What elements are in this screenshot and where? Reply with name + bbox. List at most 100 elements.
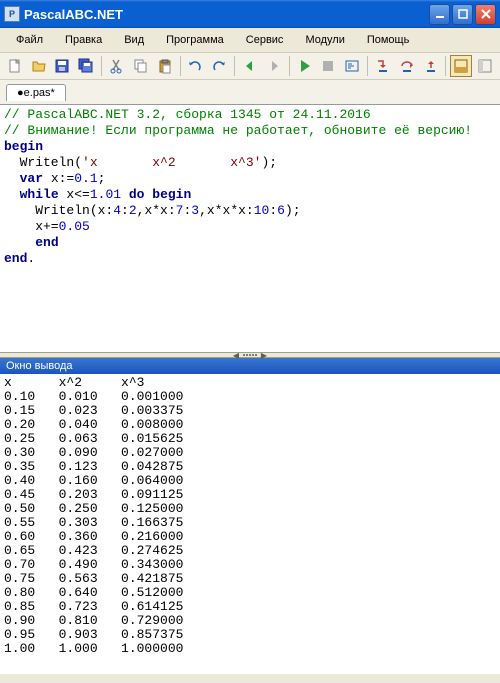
code-comment: // PascalABC.NET 3.2, сборка 1345 от 24.… <box>4 107 371 122</box>
step-over-button[interactable] <box>396 55 418 77</box>
arrow-left-icon <box>242 58 258 74</box>
menu-view[interactable]: Вид <box>114 32 154 48</box>
open-file-button[interactable] <box>28 55 50 77</box>
tab-strip: ●e.pas* <box>0 80 500 104</box>
toolbar-separator <box>101 56 102 76</box>
step-over-icon <box>399 58 415 74</box>
menu-help[interactable]: Помощь <box>357 32 420 48</box>
run-button[interactable] <box>294 55 316 77</box>
cut-button[interactable] <box>106 55 128 77</box>
code-keyword: begin <box>4 139 43 154</box>
new-file-icon <box>7 58 23 74</box>
code-number: 1.01 <box>90 187 121 202</box>
code-text: ,x*x: <box>137 203 176 218</box>
redo-button[interactable] <box>208 55 230 77</box>
code-text <box>121 187 129 202</box>
code-string: 'x x^2 x^3' <box>82 155 261 170</box>
code-text: x+= <box>4 219 59 234</box>
play-icon <box>297 58 313 74</box>
minimize-button[interactable] <box>429 4 450 25</box>
properties-button[interactable] <box>474 55 496 77</box>
code-number: 0.05 <box>59 219 90 234</box>
code-number: 2 <box>129 203 137 218</box>
compile-button[interactable] <box>341 55 363 77</box>
code-text: ); <box>261 155 277 170</box>
redo-icon <box>211 58 227 74</box>
toolbar-separator <box>445 56 446 76</box>
code-text: . <box>27 251 35 266</box>
output-panel-header: Окно вывода <box>0 358 500 374</box>
panel-icon <box>453 58 469 74</box>
toolbar-separator <box>234 56 235 76</box>
toolbar-separator <box>289 56 290 76</box>
undo-button[interactable] <box>185 55 207 77</box>
save-all-button[interactable] <box>75 55 97 77</box>
code-number: 3 <box>191 203 199 218</box>
compile-icon <box>344 58 360 74</box>
menu-edit[interactable]: Правка <box>55 32 112 48</box>
code-text <box>4 171 20 186</box>
close-button[interactable] <box>475 4 496 25</box>
cut-icon <box>109 58 125 74</box>
code-keyword: while <box>20 187 59 202</box>
stop-button[interactable] <box>318 55 340 77</box>
code-number: 4 <box>113 203 121 218</box>
code-text: Writeln( <box>4 155 82 170</box>
output-panel-toggle[interactable] <box>450 55 472 77</box>
step-into-button[interactable] <box>372 55 394 77</box>
code-number: 0.1 <box>74 171 97 186</box>
code-text: : <box>121 203 129 218</box>
menu-modules[interactable]: Модули <box>295 32 354 48</box>
code-number: 6 <box>277 203 285 218</box>
code-text: ); <box>285 203 301 218</box>
code-editor[interactable]: // PascalABC.NET 3.2, сборка 1345 от 24.… <box>0 104 500 352</box>
copy-button[interactable] <box>130 55 152 77</box>
close-icon <box>481 9 491 19</box>
save-button[interactable] <box>52 55 74 77</box>
copy-icon <box>133 58 149 74</box>
maximize-button[interactable] <box>452 4 473 25</box>
toolbar <box>0 52 500 80</box>
code-comment: // Внимание! Если программа не работает,… <box>4 123 472 138</box>
code-keyword: do begin <box>129 187 191 202</box>
output-area[interactable]: x x^2 x^3 0.10 0.010 0.001000 0.15 0.023… <box>0 374 500 674</box>
properties-icon <box>477 58 493 74</box>
code-keyword: end <box>4 251 27 266</box>
step-out-button[interactable] <box>420 55 442 77</box>
menu-service[interactable]: Сервис <box>236 32 294 48</box>
code-keyword: var <box>20 171 43 186</box>
code-text: ,x*x*x: <box>199 203 254 218</box>
window-title: PascalABC.NET <box>24 7 123 22</box>
code-text: Writeln(x: <box>4 203 113 218</box>
editor-tab[interactable]: ●e.pas* <box>6 84 66 101</box>
nav-back-button[interactable] <box>239 55 261 77</box>
code-text <box>4 235 35 250</box>
toolbar-separator <box>367 56 368 76</box>
nav-fwd-button[interactable] <box>263 55 285 77</box>
menu-program[interactable]: Программа <box>156 32 234 48</box>
save-icon <box>54 58 70 74</box>
open-folder-icon <box>31 58 47 74</box>
code-text: x<= <box>59 187 90 202</box>
code-text: x:= <box>43 171 74 186</box>
step-into-icon <box>375 58 391 74</box>
paste-button[interactable] <box>154 55 176 77</box>
undo-icon <box>187 58 203 74</box>
stop-icon <box>320 58 336 74</box>
splitter-arrow-icon: ▶ <box>258 351 270 360</box>
step-out-icon <box>423 58 439 74</box>
new-file-button[interactable] <box>4 55 26 77</box>
splitter-arrow-icon: ◀ <box>230 351 242 360</box>
maximize-icon <box>458 9 468 19</box>
arrow-right-icon <box>266 58 282 74</box>
paste-icon <box>157 58 173 74</box>
menu-bar: Файл Правка Вид Программа Сервис Модули … <box>0 28 500 52</box>
title-bar: P PascalABC.NET <box>0 0 500 28</box>
code-number: 10 <box>254 203 270 218</box>
save-all-icon <box>78 58 94 74</box>
code-keyword: end <box>35 235 58 250</box>
minimize-icon <box>435 9 445 19</box>
menu-file[interactable]: Файл <box>6 32 53 48</box>
code-text: : <box>269 203 277 218</box>
app-icon: P <box>4 6 20 22</box>
